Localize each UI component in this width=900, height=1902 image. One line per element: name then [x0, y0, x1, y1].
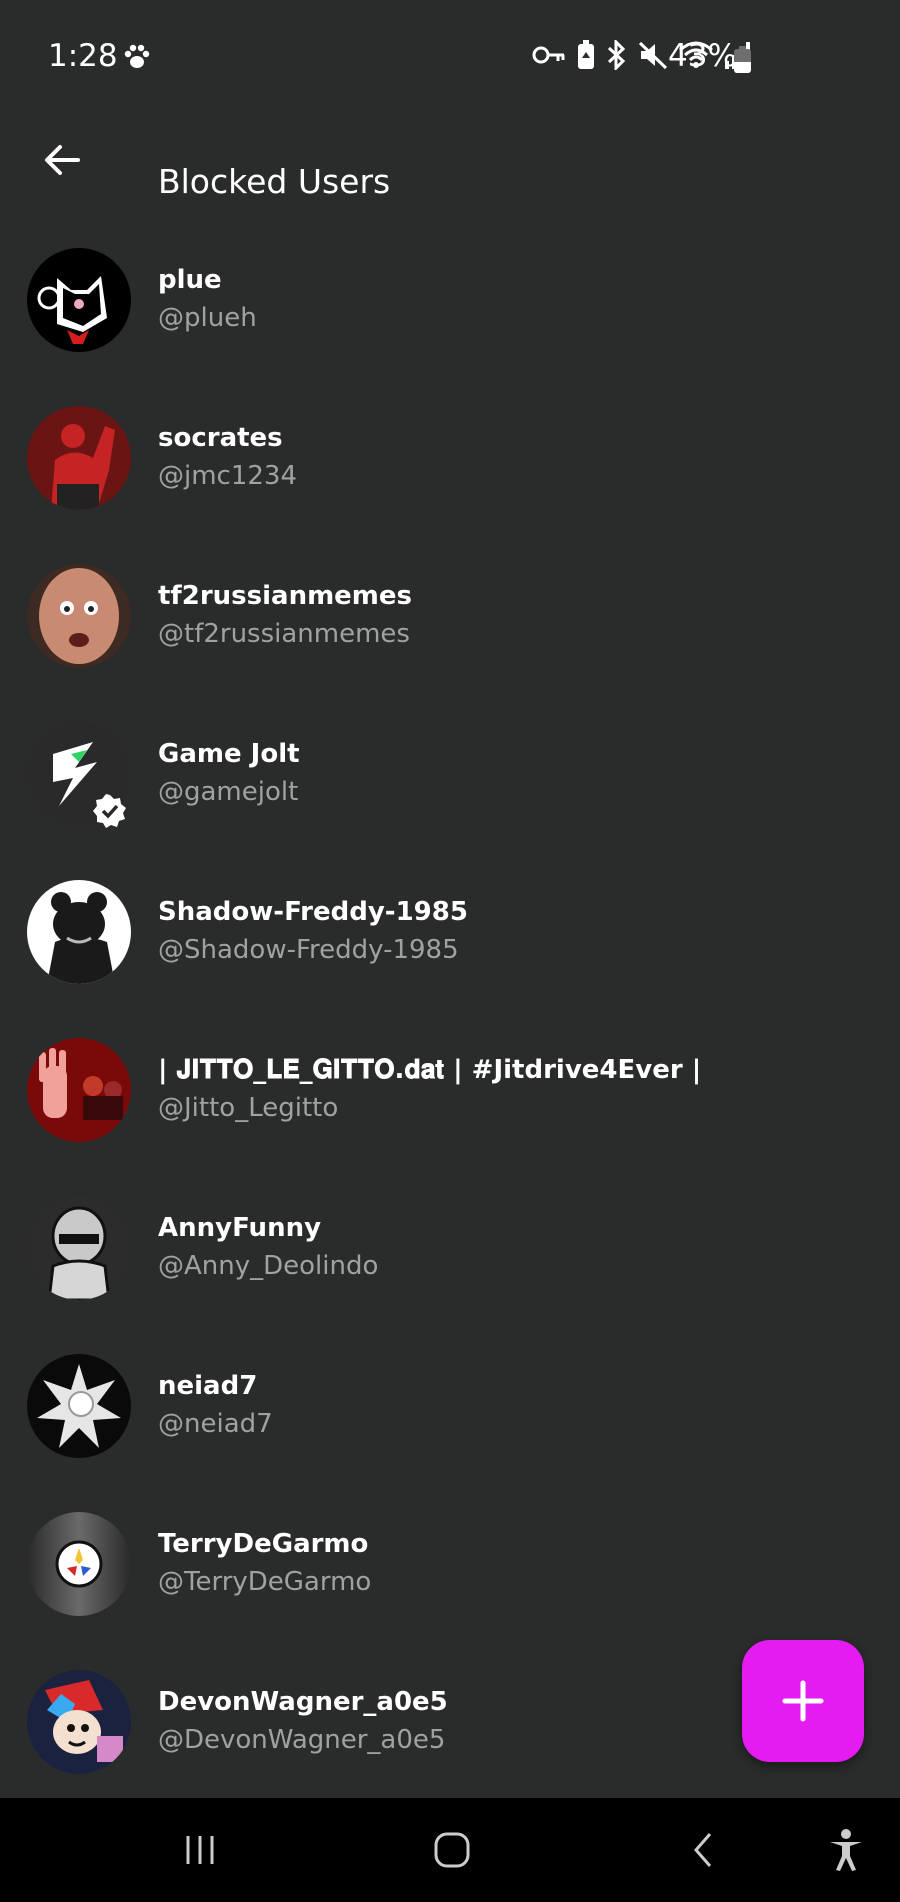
- avatar[interactable]: [27, 1670, 131, 1774]
- user-row[interactable]: TerryDeGarmo @TerryDeGarmo: [0, 1484, 900, 1642]
- avatar[interactable]: [27, 1512, 131, 1616]
- user-row[interactable]: Shadow-Freddy-1985 @Shadow-Freddy-1985: [0, 852, 900, 1010]
- user-display-name: AnnyFunny: [158, 1213, 322, 1243]
- user-display-name: TerryDeGarmo: [158, 1529, 369, 1559]
- battery-saver-icon: [576, 40, 596, 70]
- user-row[interactable]: Game Jolt @gamejolt: [0, 694, 900, 852]
- user-handle: @DevonWagner_a0e5: [158, 1725, 446, 1755]
- user-display-name: tf2russianmemes: [158, 581, 413, 611]
- home-icon: [434, 1832, 470, 1868]
- nav-back-button[interactable]: [680, 1826, 728, 1874]
- user-display-name: Game Jolt: [158, 739, 300, 769]
- user-display-name: plue: [158, 265, 222, 295]
- user-display-name: Shadow-Freddy-1985: [158, 897, 468, 927]
- key-icon: [532, 44, 566, 66]
- user-handle: @TerryDeGarmo: [158, 1567, 372, 1597]
- bluetooth-icon: [606, 40, 628, 70]
- accessibility-icon: [830, 1829, 862, 1871]
- paw-icon: [122, 42, 152, 76]
- avatar[interactable]: [27, 1196, 131, 1300]
- status-bar: 1:28 43%: [0, 0, 900, 118]
- mute-icon: [638, 40, 668, 70]
- recent-apps-button[interactable]: [176, 1826, 224, 1874]
- user-row[interactable]: AnnyFunny @Anny_Deolindo: [0, 1168, 900, 1326]
- user-row[interactable]: tf2russianmemes @tf2russianmemes: [0, 536, 900, 694]
- user-handle: @Anny_Deolindo: [158, 1251, 379, 1281]
- user-handle: @Jitto_Legitto: [158, 1093, 339, 1123]
- user-row[interactable]: neiad7 @neiad7: [0, 1326, 900, 1484]
- verified-badge-icon: [93, 794, 127, 832]
- accessibility-button[interactable]: [822, 1826, 870, 1874]
- user-display-name: socrates: [158, 423, 283, 453]
- home-button[interactable]: [428, 1826, 476, 1874]
- recent-apps-icon: [186, 1836, 214, 1864]
- page-title: Blocked Users: [158, 162, 391, 202]
- blocked-users-list: plue @plueh socrates @jmc1234 tf2russian…: [0, 220, 900, 1800]
- avatar[interactable]: [27, 1038, 131, 1142]
- user-handle: @neiad7: [158, 1409, 273, 1439]
- back-icon: [694, 1833, 712, 1867]
- plus-icon: [782, 1680, 824, 1722]
- user-handle: @plueh: [158, 303, 257, 333]
- user-row[interactable]: plue @plueh: [0, 220, 900, 378]
- user-display-name: DevonWagner_a0e5: [158, 1687, 448, 1717]
- user-display-name: | 𝐉𝐈𝐓𝐓𝐎_𝐋𝐄_𝐆𝐈𝐓𝐓𝐎.𝐝𝐚𝐭 | #Jitdrive4Ever |: [158, 1055, 702, 1085]
- add-blocked-user-button[interactable]: [742, 1640, 864, 1762]
- user-handle: @jmc1234: [158, 461, 298, 491]
- user-handle: @Shadow-Freddy-1985: [158, 935, 459, 965]
- avatar[interactable]: [27, 880, 131, 984]
- avatar[interactable]: [27, 248, 131, 352]
- user-row[interactable]: | 𝐉𝐈𝐓𝐓𝐎_𝐋𝐄_𝐆𝐈𝐓𝐓𝐎.𝐝𝐚𝐭 | #Jitdrive4Ever | …: [0, 1010, 900, 1168]
- app-bar: Blocked Users: [0, 118, 900, 202]
- avatar[interactable]: [27, 564, 131, 668]
- user-handle: @tf2russianmemes: [158, 619, 410, 649]
- system-nav-bar: [0, 1798, 900, 1902]
- user-row[interactable]: socrates @jmc1234: [0, 378, 900, 536]
- avatar[interactable]: [27, 1354, 131, 1458]
- user-handle: @gamejolt: [158, 777, 299, 807]
- battery-icon: [734, 46, 751, 73]
- back-button[interactable]: [36, 134, 88, 186]
- battery-percent: 43%: [668, 38, 737, 74]
- arrow-left-icon: [45, 145, 80, 175]
- status-time: 1:28: [48, 38, 118, 74]
- user-display-name: neiad7: [158, 1371, 258, 1401]
- avatar[interactable]: [27, 406, 131, 510]
